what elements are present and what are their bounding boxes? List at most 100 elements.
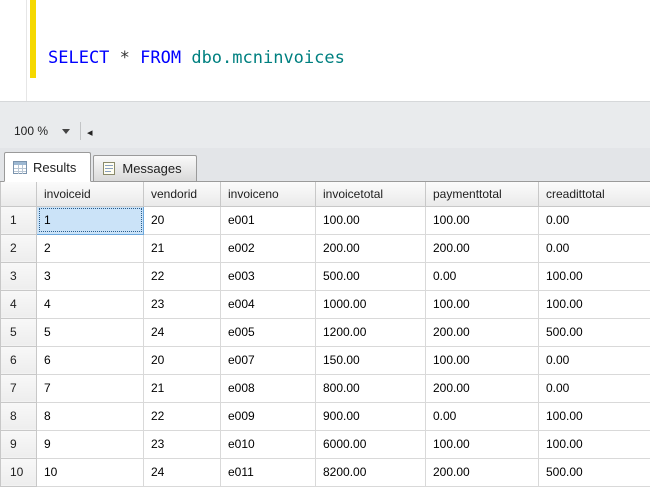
grid-cell[interactable]: 200.00 xyxy=(426,234,539,262)
grid-cell[interactable]: 200.00 xyxy=(426,374,539,402)
grid-cell[interactable]: 100.00 xyxy=(539,262,650,290)
table-row: 101024e0118200.00200.00500.00 xyxy=(1,458,650,486)
row-number[interactable]: 10 xyxy=(1,458,37,486)
grid-cell[interactable]: 0.00 xyxy=(426,402,539,430)
grid-cell[interactable]: 500.00 xyxy=(539,318,650,346)
column-header-creadittotal[interactable]: creadittotal xyxy=(539,182,650,206)
sql-star-operator: * xyxy=(109,48,140,68)
table-row: 4423e0041000.00100.00100.00 xyxy=(1,290,650,318)
row-number[interactable]: 5 xyxy=(1,318,37,346)
editor-status-row: 100 % ◂ xyxy=(0,102,650,148)
tab-messages-label: Messages xyxy=(122,161,181,176)
row-number[interactable]: 9 xyxy=(1,430,37,458)
grid-cell[interactable]: 100.00 xyxy=(426,290,539,318)
grid-cell[interactable]: 100.00 xyxy=(539,402,650,430)
grid-cell[interactable]: 0.00 xyxy=(539,206,650,234)
grid-cell[interactable]: e005 xyxy=(221,318,316,346)
grid-cell[interactable]: 100.00 xyxy=(426,430,539,458)
tab-messages[interactable]: Messages xyxy=(93,155,196,181)
header-row: invoiceid vendorid invoiceno invoicetota… xyxy=(1,182,650,206)
messages-icon xyxy=(102,162,116,175)
row-number[interactable]: 8 xyxy=(1,402,37,430)
grid-cell[interactable]: 500.00 xyxy=(316,262,426,290)
grid-cell[interactable]: e001 xyxy=(221,206,316,234)
grid-cell[interactable]: 5 xyxy=(37,318,144,346)
grid-cell[interactable]: 7 xyxy=(37,374,144,402)
grid-cell[interactable]: 10 xyxy=(37,458,144,486)
grid-cell[interactable]: 3 xyxy=(37,262,144,290)
grid-cell[interactable]: 200.00 xyxy=(426,318,539,346)
sql-keyword-from: FROM xyxy=(140,48,181,68)
table-row: 9923e0106000.00100.00100.00 xyxy=(1,430,650,458)
grid-cell[interactable]: 8200.00 xyxy=(316,458,426,486)
grid-cell[interactable]: 24 xyxy=(144,318,221,346)
row-number[interactable]: 1 xyxy=(1,206,37,234)
grid-cell[interactable]: 0.00 xyxy=(539,346,650,374)
grid-cell[interactable]: e007 xyxy=(221,346,316,374)
grid-cell[interactable]: 0.00 xyxy=(539,234,650,262)
tab-results[interactable]: Results xyxy=(4,152,91,182)
sql-statement: SELECT * FROM dbo.mcninvoices xyxy=(48,48,345,68)
column-header-invoiceid[interactable]: invoiceid xyxy=(37,182,144,206)
column-header-invoicetotal[interactable]: invoicetotal xyxy=(316,182,426,206)
grid-cell[interactable]: 21 xyxy=(144,234,221,262)
grid-cell[interactable]: 22 xyxy=(144,262,221,290)
splitter-left-arrow-icon[interactable]: ◂ xyxy=(87,126,93,142)
grid-cell[interactable]: 6 xyxy=(37,346,144,374)
corner-header[interactable] xyxy=(1,182,37,206)
grid-cell[interactable]: 0.00 xyxy=(539,374,650,402)
results-grid: invoiceid vendorid invoiceno invoicetota… xyxy=(0,182,650,500)
grid-cell[interactable]: e009 xyxy=(221,402,316,430)
grid-cell[interactable]: 100.00 xyxy=(316,206,426,234)
grid-cell[interactable]: 9 xyxy=(37,430,144,458)
grid-cell[interactable]: 150.00 xyxy=(316,346,426,374)
grid-cell[interactable]: 900.00 xyxy=(316,402,426,430)
table-row: 1120e001100.00100.000.00 xyxy=(1,206,650,234)
row-number[interactable]: 6 xyxy=(1,346,37,374)
grid-cell[interactable]: 24 xyxy=(144,458,221,486)
row-number[interactable]: 3 xyxy=(1,262,37,290)
grid-cell[interactable]: 2 xyxy=(37,234,144,262)
zoom-value: 100 % xyxy=(14,124,48,138)
grid-cell[interactable]: e002 xyxy=(221,234,316,262)
editor-gutter xyxy=(0,0,27,101)
grid-cell[interactable]: 1 xyxy=(37,206,144,234)
grid-cell[interactable]: 200.00 xyxy=(426,458,539,486)
grid-cell[interactable]: 0.00 xyxy=(426,262,539,290)
grid-cell[interactable]: 20 xyxy=(144,206,221,234)
column-header-invoiceno[interactable]: invoiceno xyxy=(221,182,316,206)
grid-cell[interactable]: 500.00 xyxy=(539,458,650,486)
grid-cell[interactable]: 1000.00 xyxy=(316,290,426,318)
grid-cell[interactable]: 8 xyxy=(37,402,144,430)
row-number[interactable]: 4 xyxy=(1,290,37,318)
grid-cell[interactable]: 20 xyxy=(144,346,221,374)
grid-cell[interactable]: 800.00 xyxy=(316,374,426,402)
grid-cell[interactable]: 4 xyxy=(37,290,144,318)
grid-cell[interactable]: 6000.00 xyxy=(316,430,426,458)
sql-editor[interactable]: SELECT * FROM dbo.mcninvoices xyxy=(0,0,650,102)
tab-results-label: Results xyxy=(33,160,76,175)
row-number[interactable]: 2 xyxy=(1,234,37,262)
grid-cell[interactable]: 100.00 xyxy=(539,290,650,318)
chevron-down-icon xyxy=(62,129,70,134)
grid-cell[interactable]: e003 xyxy=(221,262,316,290)
column-header-vendorid[interactable]: vendorid xyxy=(144,182,221,206)
grid-cell[interactable]: 23 xyxy=(144,290,221,318)
grid-cell[interactable]: 23 xyxy=(144,430,221,458)
grid-cell[interactable]: e010 xyxy=(221,430,316,458)
grid-cell[interactable]: 21 xyxy=(144,374,221,402)
zoom-selector[interactable]: 100 % xyxy=(8,120,76,142)
grid-cell[interactable]: e004 xyxy=(221,290,316,318)
grid-cell[interactable]: e011 xyxy=(221,458,316,486)
grid-cell[interactable]: 100.00 xyxy=(539,430,650,458)
grid-cell[interactable]: 100.00 xyxy=(426,206,539,234)
row-number[interactable]: 7 xyxy=(1,374,37,402)
grid-cell[interactable]: e008 xyxy=(221,374,316,402)
sql-table-name: dbo.mcninvoices xyxy=(181,48,345,68)
results-grid-body: 1120e001100.00100.000.002221e002200.0020… xyxy=(1,206,650,486)
column-header-paymenttotal[interactable]: paymenttotal xyxy=(426,182,539,206)
grid-cell[interactable]: 22 xyxy=(144,402,221,430)
grid-cell[interactable]: 200.00 xyxy=(316,234,426,262)
grid-cell[interactable]: 1200.00 xyxy=(316,318,426,346)
grid-cell[interactable]: 100.00 xyxy=(426,346,539,374)
